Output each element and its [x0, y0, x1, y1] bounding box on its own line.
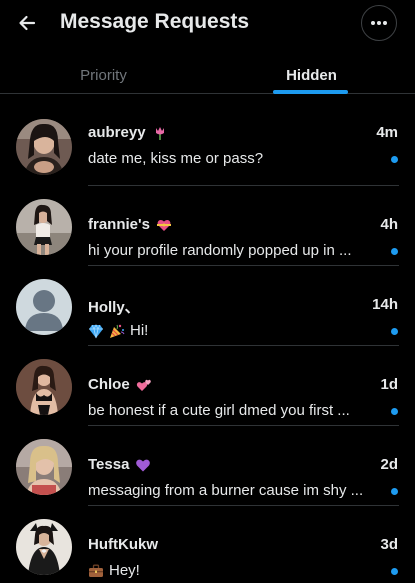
unread-indicator: [391, 248, 398, 255]
party-popper-icon: [109, 323, 125, 339]
conversation-row[interactable]: frannie's 4h hi your profile randomly po…: [0, 186, 415, 266]
message-preview: messaging from a burner cause im shy ...: [88, 482, 364, 499]
briefcase-icon: [88, 563, 104, 579]
conversation-row[interactable]: Chloe 1d be honest if a cute girl dmed y…: [0, 346, 415, 426]
default-profile-icon: [16, 279, 72, 335]
purple-heart-icon: [135, 457, 151, 473]
conversation-row[interactable]: Tessa 2d messaging from a burner cause i…: [0, 426, 415, 506]
sender-name: frannie's: [88, 216, 150, 233]
unread-indicator: [391, 328, 398, 335]
avatar[interactable]: [16, 439, 72, 495]
sender-name: HuftKukw: [88, 536, 158, 553]
timestamp: 3d: [380, 536, 398, 553]
two-hearts-icon: [136, 377, 152, 393]
page-title: Message Requests: [60, 10, 250, 33]
message-preview-line: hi your profile randomly popped up in ..…: [88, 242, 368, 259]
sender-line: frannie's: [88, 216, 172, 233]
sender-name: Holly、: [88, 299, 140, 316]
sender-line: Tessa: [88, 456, 151, 473]
timestamp: 4h: [380, 216, 398, 233]
timestamp: 1d: [380, 376, 398, 393]
conversation-row[interactable]: HuftKukw 3d Hey!: [0, 506, 415, 583]
message-preview: hi your profile randomly popped up in ..…: [88, 242, 352, 259]
message-preview-line: messaging from a burner cause im shy ...: [88, 482, 368, 499]
arrow-left-icon: [19, 15, 36, 31]
timestamp: 14h: [372, 296, 398, 313]
tab-priority-label: Priority: [80, 67, 127, 84]
timestamp: 2d: [380, 456, 398, 473]
avatar[interactable]: [16, 119, 72, 175]
more-horizontal-icon: [371, 21, 387, 25]
avatar[interactable]: [16, 279, 72, 335]
unread-indicator: [391, 408, 398, 415]
more-options-button[interactable]: [361, 5, 397, 41]
message-preview: be honest if a cute girl dmed you first …: [88, 402, 350, 419]
sender-line: Holly、: [88, 296, 140, 317]
unread-indicator: [391, 568, 398, 575]
sender-line: HuftKukw: [88, 536, 158, 553]
tab-priority[interactable]: Priority: [0, 54, 207, 93]
gem-icon: [88, 323, 104, 339]
top-bar: Message Requests: [0, 0, 415, 48]
tab-bar: Priority Hidden: [0, 54, 415, 94]
tulip-icon: [152, 125, 168, 141]
unread-indicator: [391, 156, 398, 163]
avatar[interactable]: [16, 519, 72, 575]
message-preview-line: be honest if a cute girl dmed you first …: [88, 402, 368, 419]
avatar[interactable]: [16, 359, 72, 415]
back-button[interactable]: [14, 10, 40, 36]
sender-line: aubreyy: [88, 124, 168, 141]
sender-line: Chloe: [88, 376, 152, 393]
tab-hidden[interactable]: Hidden: [208, 54, 415, 93]
unread-indicator: [391, 488, 398, 495]
tab-hidden-label: Hidden: [286, 67, 337, 84]
message-preview: Hi!: [130, 322, 149, 339]
heart-with-ribbon-icon: [156, 217, 172, 233]
timestamp: 4m: [376, 124, 398, 141]
avatar[interactable]: [16, 199, 72, 255]
message-preview: date me, kiss me or pass?: [88, 150, 264, 167]
sender-name: Chloe: [88, 376, 130, 393]
conversation-row[interactable]: Holly、 14h Hi!: [0, 266, 415, 346]
sender-name: Tessa: [88, 456, 130, 473]
conversation-row[interactable]: aubreyy 4m date me, kiss me or pass?: [0, 94, 415, 186]
message-preview: Hey!: [109, 562, 140, 579]
message-preview-line: Hey!: [88, 562, 368, 579]
sender-name: aubreyy: [88, 124, 146, 141]
message-preview-line: date me, kiss me or pass?: [88, 150, 368, 167]
message-preview-line: Hi!: [88, 322, 368, 339]
